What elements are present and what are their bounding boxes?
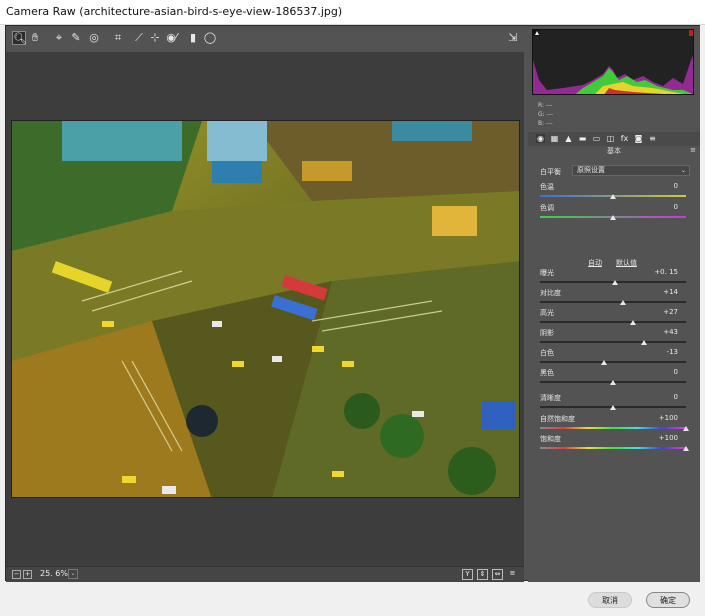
slider-track[interactable] bbox=[540, 301, 686, 303]
tone-curve-tab-icon[interactable]: ▦ bbox=[550, 134, 559, 143]
cancel-button[interactable]: 取消 bbox=[588, 592, 632, 608]
title-bar: Camera Raw (architecture-asian-bird-s-ey… bbox=[0, 0, 705, 25]
basic-tab-icon[interactable]: ◉ bbox=[536, 134, 545, 143]
hsl-tab-icon[interactable]: ▬ bbox=[578, 134, 587, 143]
white-balance-label: 白平衡 bbox=[540, 168, 561, 176]
slider-value[interactable]: +14 bbox=[663, 288, 678, 296]
zoom-dropdown[interactable]: ⌄ bbox=[68, 569, 78, 579]
slider-label: 对比度 bbox=[540, 289, 561, 297]
slider-value[interactable]: +0. 15 bbox=[654, 268, 678, 276]
before-after-view-icon[interactable]: Y bbox=[462, 569, 473, 580]
slider-track[interactable] bbox=[540, 427, 686, 429]
histogram-g: G: --- bbox=[538, 111, 554, 118]
graduated-filter-icon[interactable]: ▮ bbox=[186, 31, 200, 45]
slider-thumb[interactable] bbox=[641, 340, 648, 345]
panel-tabs: ◉ ▦ ▲ ▬ ▭ ◫ fx ◙ ≡ bbox=[528, 132, 700, 146]
white-balance-value: 原照设置 bbox=[577, 166, 605, 174]
histogram-r: R: --- bbox=[538, 102, 553, 109]
swap-before-after-icon[interactable]: ⇕ bbox=[477, 569, 488, 580]
image-canvas[interactable] bbox=[6, 52, 524, 566]
slider-thumb[interactable] bbox=[620, 300, 627, 305]
zoom-level: 25. 6% bbox=[40, 569, 68, 578]
detail-tab-icon[interactable]: ▲ bbox=[564, 134, 573, 143]
slider-thumb[interactable] bbox=[610, 215, 616, 220]
status-bar: − + 25. 6% ⌄ Y ⇕ ⇔ ≡ bbox=[6, 566, 524, 582]
camera-raw-window: 🔍︎ ✋︎ ⌖ ✎ ◎ ⌗ ⟋ ⊹ ◉ ⁄ ▮ ◯ ⇲ − + 25. 6% ⌄… bbox=[5, 25, 700, 582]
lens-tab-icon[interactable]: ◫ bbox=[606, 134, 615, 143]
slider-label: 曝光 bbox=[540, 269, 554, 277]
copy-settings-icon[interactable]: ⇔ bbox=[492, 569, 503, 580]
default-link[interactable]: 默认值 bbox=[616, 258, 637, 268]
color-sampler-tool-icon[interactable]: ✎ bbox=[69, 31, 83, 45]
spot-removal-tool-icon[interactable]: ⊹ bbox=[148, 31, 162, 45]
white-balance-tool-icon[interactable]: ⌖ bbox=[52, 31, 66, 45]
slider-value[interactable]: 0 bbox=[674, 203, 678, 211]
slider-label: 色温 bbox=[540, 183, 554, 191]
histogram-b: B: --- bbox=[538, 120, 553, 127]
targeted-adjustment-tool-icon[interactable]: ◎ bbox=[87, 31, 101, 45]
slider-value[interactable]: -13 bbox=[667, 348, 678, 356]
crop-tool-icon[interactable]: ⌗ bbox=[111, 31, 125, 45]
camera-calibration-tab-icon[interactable]: ◙ bbox=[634, 134, 643, 143]
zoom-tool-icon[interactable]: 🔍︎ bbox=[12, 31, 27, 45]
photo-preview bbox=[11, 120, 520, 498]
white-balance-select[interactable]: 原照设置 ⌄ bbox=[572, 165, 690, 176]
aerial-city-photo bbox=[12, 121, 519, 497]
slider-value[interactable]: 0 bbox=[674, 182, 678, 190]
slider-label: 高光 bbox=[540, 309, 554, 317]
slider-value[interactable]: +100 bbox=[659, 434, 678, 442]
slider-value[interactable]: 0 bbox=[674, 393, 678, 401]
auto-link[interactable]: 自动 bbox=[588, 258, 602, 268]
slider-thumb[interactable] bbox=[683, 426, 689, 431]
histogram bbox=[532, 29, 694, 95]
slider-thumb[interactable] bbox=[683, 446, 689, 451]
adjustment-panel: R: --- G: --- B: --- ◉ ▦ ▲ ▬ ▭ ◫ fx ◙ ≡ … bbox=[528, 26, 700, 582]
split-toning-tab-icon[interactable]: ▭ bbox=[592, 134, 601, 143]
slider-label: 饱和度 bbox=[540, 435, 561, 443]
hand-tool-icon[interactable]: ✋︎ bbox=[28, 31, 42, 45]
slider-track[interactable] bbox=[540, 321, 686, 323]
slider-thumb[interactable] bbox=[610, 380, 616, 385]
zoom-in-button[interactable]: + bbox=[23, 570, 32, 579]
slider-track[interactable] bbox=[540, 341, 686, 343]
effects-tab-icon[interactable]: fx bbox=[620, 134, 629, 143]
toolbar: 🔍︎ ✋︎ ⌖ ✎ ◎ ⌗ ⟋ ⊹ ◉ ⁄ ▮ ◯ ⇲ bbox=[6, 26, 524, 52]
dialog-footer: 取消 确定 bbox=[0, 582, 705, 616]
toggle-settings-icon[interactable]: ≡ bbox=[507, 569, 518, 580]
slider-label: 白色 bbox=[540, 349, 554, 357]
slider-thumb[interactable] bbox=[610, 405, 616, 410]
ok-button[interactable]: 确定 bbox=[646, 592, 690, 608]
slider-label: 阴影 bbox=[540, 329, 554, 337]
presets-tab-icon[interactable]: ≡ bbox=[648, 134, 657, 143]
radial-filter-icon[interactable]: ◯ bbox=[203, 31, 217, 45]
slider-label: 黑色 bbox=[540, 369, 554, 377]
slider-value[interactable]: 0 bbox=[674, 368, 678, 376]
slider-thumb[interactable] bbox=[629, 320, 636, 325]
slider-label: 清晰度 bbox=[540, 394, 561, 402]
zoom-out-button[interactable]: − bbox=[12, 570, 21, 579]
slider-thumb[interactable] bbox=[600, 360, 607, 365]
slider-thumb[interactable] bbox=[612, 280, 619, 285]
slider-thumb[interactable] bbox=[610, 194, 616, 199]
slider-value[interactable]: +43 bbox=[663, 328, 678, 336]
slider-value[interactable]: +27 bbox=[663, 308, 678, 316]
slider-label: 自然饱和度 bbox=[540, 415, 575, 423]
adjustment-brush-icon[interactable]: ⁄ bbox=[169, 31, 183, 45]
histogram-graph bbox=[533, 30, 693, 94]
section-title: 基本 bbox=[607, 147, 621, 155]
slider-value[interactable]: +100 bbox=[659, 414, 678, 422]
slider-label: 色调 bbox=[540, 204, 554, 212]
slider-track[interactable] bbox=[540, 447, 686, 449]
straighten-tool-icon[interactable]: ⟋ bbox=[132, 31, 146, 45]
chevron-down-icon: ⌄ bbox=[680, 167, 686, 174]
window-title: Camera Raw (architecture-asian-bird-s-ey… bbox=[6, 5, 343, 18]
fullscreen-icon[interactable]: ⇲ bbox=[506, 31, 520, 45]
panel-menu-icon[interactable]: ≡ bbox=[690, 146, 696, 154]
slider-track[interactable] bbox=[540, 361, 686, 363]
